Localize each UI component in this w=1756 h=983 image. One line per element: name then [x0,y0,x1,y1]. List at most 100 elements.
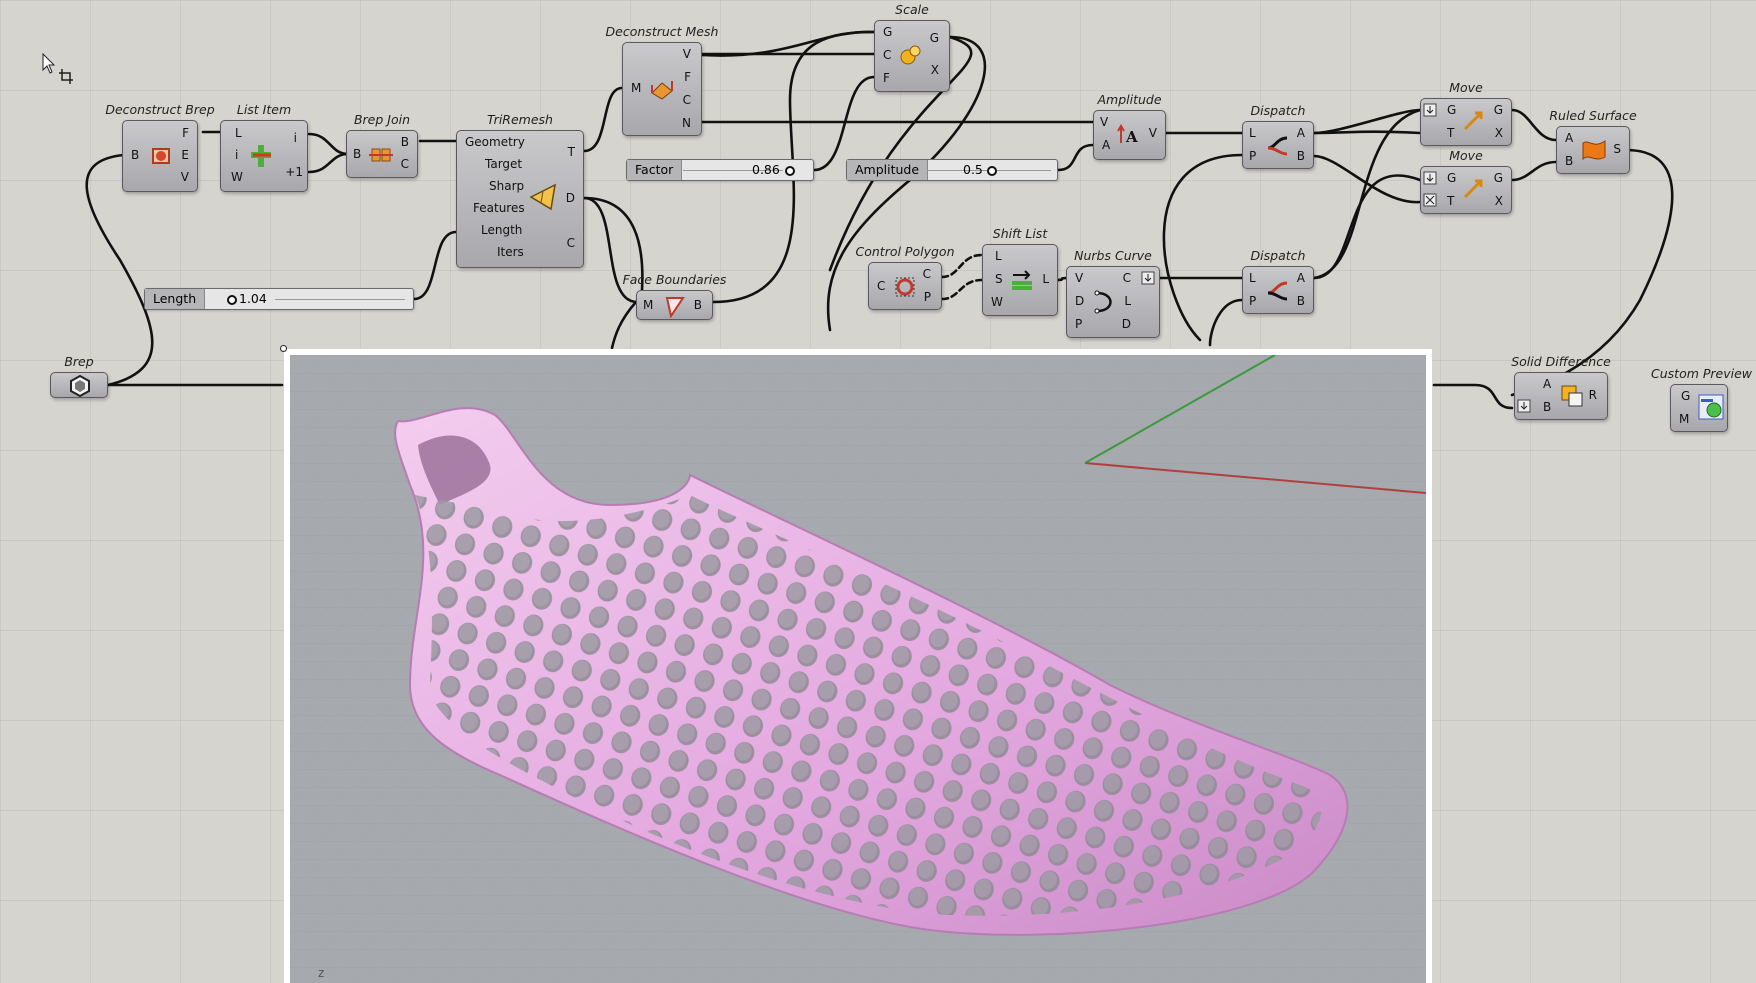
output-port[interactable]: N [682,116,691,130]
move-bottom-component[interactable]: Move G T G X [1420,148,1512,214]
input-port[interactable]: W [991,295,1003,309]
input-port[interactable]: Length [481,223,522,237]
grasshopper-canvas[interactable]: Deconstruct Brep B F E V List Item L i W… [0,0,1756,983]
output-port[interactable]: S [1613,142,1621,156]
output-port[interactable]: B [401,135,409,149]
input-port[interactable]: B [1543,400,1551,414]
output-port[interactable]: C [1123,271,1131,285]
output-port[interactable]: i [294,131,297,145]
output-port[interactable]: R [1589,388,1597,402]
output-port[interactable]: C [401,157,409,171]
amplitude-slider[interactable]: Amplitude 0.5 [846,159,1058,181]
input-port[interactable]: P [1249,149,1256,163]
output-port[interactable]: L [1124,294,1131,308]
output-port[interactable]: D [566,191,575,205]
output-port[interactable]: V [1149,126,1157,140]
output-port[interactable]: C [683,93,691,107]
deconstruct-brep-component[interactable]: Deconstruct Brep B F E V [105,102,215,192]
output-port[interactable]: G [1494,171,1503,185]
slider-knob[interactable] [227,295,237,305]
input-port[interactable]: G [1447,171,1456,185]
ruled-surface-component[interactable]: Ruled Surface A B S [1549,108,1637,174]
input-port[interactable]: G [883,25,892,39]
input-port[interactable]: G [1681,389,1690,403]
input-port[interactable]: A [1543,377,1551,391]
input-port[interactable]: M [643,298,653,312]
input-port[interactable]: Geometry [465,135,525,149]
slider-knob[interactable] [987,166,997,176]
input-port[interactable]: A [1102,138,1110,152]
input-port[interactable]: C [883,48,891,62]
output-port[interactable]: X [1495,194,1503,208]
render-viewport[interactable]: z [284,349,1432,983]
list-item-component[interactable]: List Item L i W i +1 [220,102,308,192]
output-port[interactable]: A [1297,126,1305,140]
input-port[interactable]: i [235,148,238,162]
output-port[interactable]: V [181,170,189,184]
output-port[interactable]: P [924,290,931,304]
input-port[interactable]: P [1075,317,1082,331]
move-top-component[interactable]: Move G T G X [1420,80,1512,146]
input-port[interactable]: M [631,81,641,95]
input-port[interactable]: M [1679,412,1689,426]
brep-join-component[interactable]: Brep Join B B C [346,112,418,178]
output-port[interactable]: V [683,47,691,61]
input-port[interactable]: S [995,272,1003,286]
output-port[interactable]: F [684,70,691,84]
output-port[interactable]: X [931,63,939,77]
output-port[interactable]: T [568,145,575,159]
input-port[interactable]: L [995,249,1002,263]
output-port[interactable]: C [923,267,931,281]
input-port[interactable]: L [1249,271,1256,285]
custom-preview-component[interactable]: Custom Preview G M [1651,366,1752,432]
solid-difference-component[interactable]: Solid Difference A B R [1511,354,1611,420]
input-port[interactable]: P [1249,294,1256,308]
dispatch-top-component[interactable]: Dispatch L P A B [1242,103,1314,169]
input-port[interactable]: L [1249,126,1256,140]
input-port[interactable]: T [1447,126,1454,140]
input-port[interactable]: C [877,279,885,293]
input-port[interactable]: B [1565,154,1573,168]
input-port[interactable]: F [883,71,890,85]
input-port[interactable]: Sharp [489,179,524,193]
output-port[interactable]: D [1122,317,1131,331]
slider-track[interactable] [275,299,405,300]
input-port[interactable]: Iters [497,245,524,259]
amplitude-component[interactable]: Amplitude V A V A [1093,92,1166,160]
input-port[interactable]: Features [473,201,525,215]
input-port[interactable]: V [1075,271,1083,285]
output-port[interactable]: E [181,148,189,162]
input-port[interactable]: V [1100,115,1108,129]
output-port[interactable]: X [1495,126,1503,140]
input-port[interactable]: D [1075,294,1084,308]
factor-slider[interactable]: Factor 0.86 [626,159,814,181]
nurbs-curve-component[interactable]: Nurbs Curve V D P C L D [1066,248,1160,338]
deconstruct-mesh-component[interactable]: Deconstruct Mesh M V F C N [606,24,718,136]
output-port[interactable]: G [1494,103,1503,117]
triremesh-component[interactable]: TriRemesh Geometry Target Sharp Features… [456,112,584,268]
output-port[interactable]: L [1042,272,1049,286]
dispatch-bottom-component[interactable]: Dispatch L P A B [1242,248,1314,314]
output-port[interactable]: G [930,31,939,45]
length-slider[interactable]: Length 1.04 [144,288,414,310]
input-port[interactable]: T [1447,194,1454,208]
output-port[interactable]: B [694,298,702,312]
input-port[interactable]: W [231,170,243,184]
output-port[interactable]: B [1297,294,1305,308]
input-port[interactable]: A [1565,131,1573,145]
output-port[interactable]: F [182,126,189,140]
control-polygon-component[interactable]: Control Polygon C C P [856,244,955,310]
output-port[interactable]: +1 [285,165,303,179]
viewport-anchor-pin[interactable] [280,345,287,352]
input-port[interactable]: Target [485,157,522,171]
slider-knob[interactable] [785,166,795,176]
output-port[interactable]: C [567,236,575,250]
viewport-area[interactable]: z [290,355,1426,983]
output-port[interactable]: B [1297,149,1305,163]
face-boundaries-component[interactable]: Face Boundaries M B [623,272,726,320]
input-port[interactable]: B [353,147,361,161]
brep-param-component[interactable]: Brep [50,354,108,398]
input-port[interactable]: B [131,148,139,162]
output-port[interactable]: A [1297,271,1305,285]
scale-component[interactable]: Scale G C F G X [874,2,950,92]
